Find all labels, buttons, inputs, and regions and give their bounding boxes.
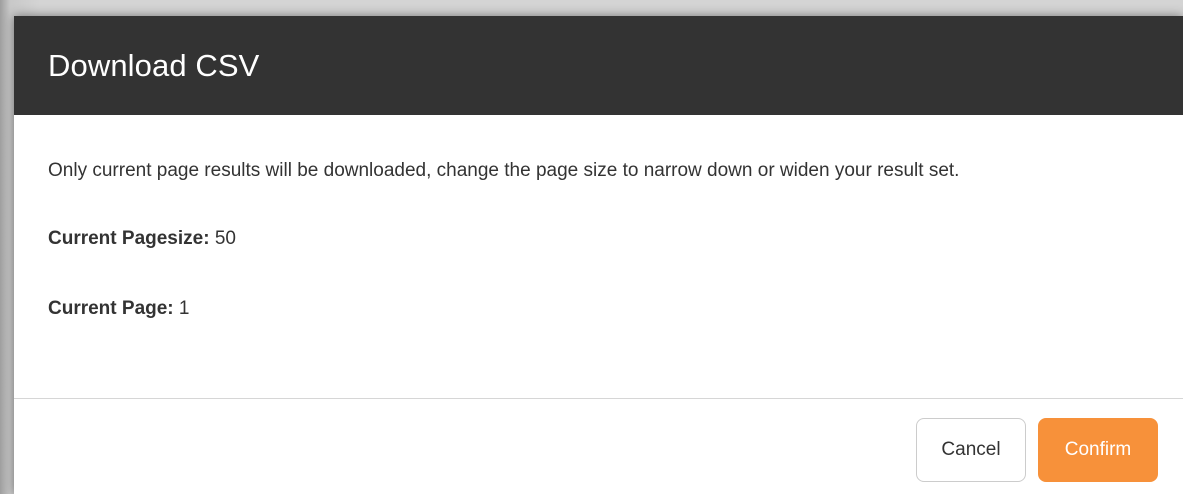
dialog-footer: Cancel Confirm [14,398,1183,494]
dialog-header: Download CSV [14,16,1183,115]
current-page-label: Current Page: [48,298,174,319]
confirm-button[interactable]: Confirm [1038,418,1158,482]
cancel-button[interactable]: Cancel [916,418,1026,482]
current-pagesize-line: Current Pagesize: 50 [48,182,1163,250]
dialog-body: Only current page results will be downlo… [14,115,1183,398]
current-pagesize-label: Current Pagesize: [48,228,210,249]
dialog-title: Download CSV [48,47,260,83]
current-page-line: Current Page: 1 [48,250,1163,320]
current-page-value: 1 [178,298,190,319]
current-pagesize-value: 50 [214,228,236,249]
dialog-message: Only current page results will be downlo… [48,160,960,181]
download-csv-dialog: Download CSV Only current page results w… [14,16,1183,494]
